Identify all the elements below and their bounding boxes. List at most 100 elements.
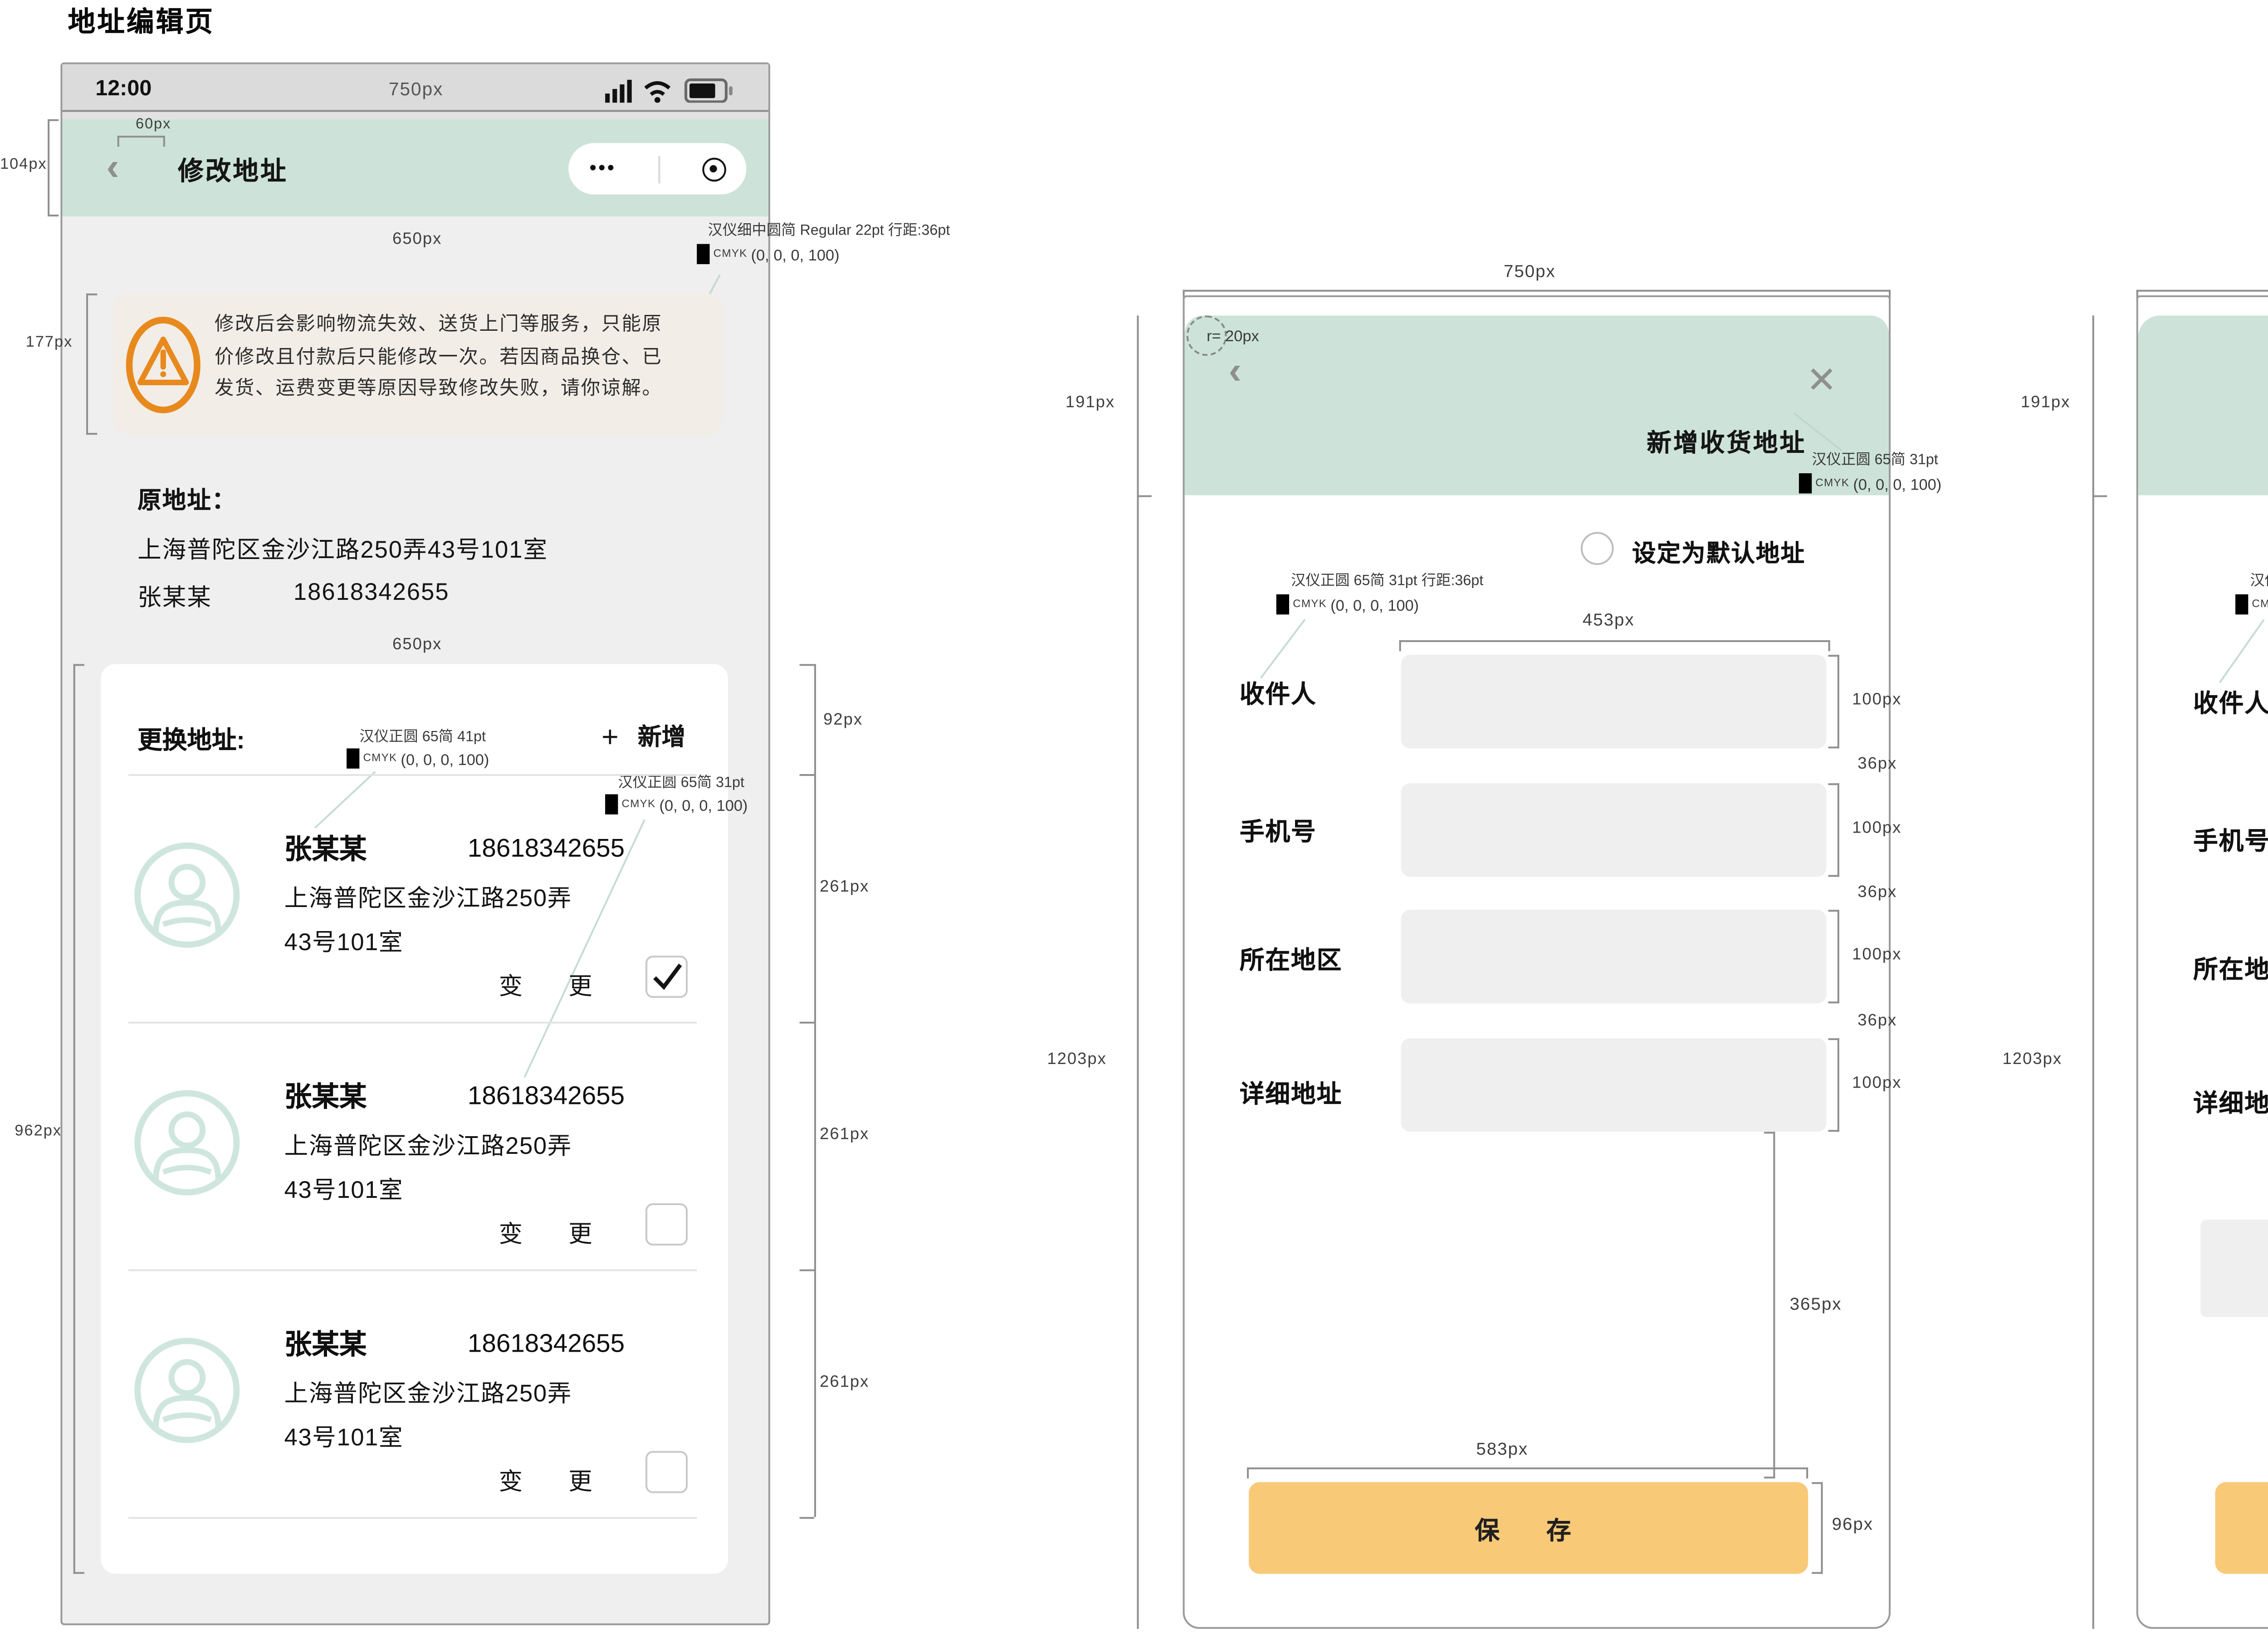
save-button[interactable]: 保 存 <box>1249 1482 1808 1574</box>
save-button[interactable]: 保 存 <box>2215 1482 2268 1574</box>
alert-icon <box>125 315 202 414</box>
measure-60-bracket <box>117 136 165 147</box>
measure-453: 453px <box>1583 611 1635 631</box>
font-annotation-41pt: 汉仪正圆 65简 41pt <box>359 726 486 746</box>
warning-text: 修改后会影响物流失效、送货上门等服务，只能原 价修改且付款后只能修改一次。若因商… <box>215 310 714 407</box>
item-name: 张某某 <box>284 829 367 868</box>
field-label: 收件人 <box>1240 673 1317 710</box>
input-phone[interactable] <box>1401 783 1827 877</box>
default-label: 设定为默认地址 <box>1632 534 1805 569</box>
battery-icon <box>686 80 733 102</box>
measure-96: 96px <box>1832 1515 1873 1535</box>
cmyk-annotation-fields: CMYK(0, 0, 0, 100) <box>2235 594 2268 614</box>
field-label: 收件人 <box>2193 682 2268 719</box>
item-address-line1: 上海普陀区金沙江路250弄 <box>284 878 572 913</box>
original-name: 张某某 <box>137 578 212 613</box>
measure-191: 191px <box>1066 392 1115 411</box>
input-recipient[interactable] <box>1401 655 1827 748</box>
item-phone: 18618342655 <box>468 1080 625 1110</box>
radius-annotation: r= 20px <box>1207 327 1259 345</box>
change-button[interactable]: 变 更 <box>499 1214 603 1249</box>
cmyk-annotation-warning: CMYK (0, 0, 0, 100) <box>697 244 839 264</box>
font-annotation-title: 汉仪正圆 65简 31pt <box>1812 449 1938 469</box>
divider <box>128 1270 697 1271</box>
measure-365-bracket <box>1764 1132 1775 1478</box>
checkbox-checked[interactable] <box>645 956 688 998</box>
measure-962: 962px <box>15 1121 62 1139</box>
measure-36: 36px <box>1857 1011 1897 1029</box>
item-phone: 18618342655 <box>468 1328 625 1358</box>
measure-92: 92px <box>823 710 863 728</box>
screen1-header-title: 修改地址 <box>178 152 288 189</box>
measure-100: 100px <box>1852 818 1901 836</box>
close-icon[interactable]: ✕ <box>1806 363 1837 400</box>
measure-rail <box>2092 315 2094 1629</box>
screen2-header <box>1185 315 1889 495</box>
measure-962-bracket <box>73 664 84 1574</box>
page-title: 地址编辑页 <box>68 2 215 40</box>
measure-100: 100px <box>1852 690 1901 708</box>
status-icons <box>605 77 748 103</box>
avatar-icon <box>132 1088 242 1198</box>
measure-rail <box>1137 315 1139 1629</box>
input-detail[interactable] <box>1401 1038 1827 1132</box>
field-label: 详细地址 <box>2193 1082 2268 1119</box>
field-label: 手机号 <box>2193 820 2268 857</box>
measure-177-bracket <box>86 294 97 435</box>
font-annotation-fields: 汉仪正圆 65简 31pt 行距:36pt <box>2250 570 2268 590</box>
add-address-button[interactable]: + 新增 <box>601 717 685 756</box>
measure-365: 365px <box>1790 1295 1842 1315</box>
original-phone: 18618342655 <box>293 578 450 605</box>
item-address-line1: 上海普陀区金沙江路250弄 <box>284 1126 572 1161</box>
measure-261: 261px <box>820 1124 869 1143</box>
measure-1203: 1203px <box>1047 1049 1107 1067</box>
measure-1203: 1203px <box>2003 1049 2063 1067</box>
screen3-header <box>2138 315 2268 495</box>
measure-100: 100px <box>1852 945 1901 963</box>
measure-177: 177px <box>26 332 73 350</box>
measure-rail <box>814 664 816 1517</box>
measure-583: 583px <box>1476 1440 1528 1460</box>
item-address-line2: 43号101室 <box>284 1418 404 1453</box>
measure-650-card: 650px <box>392 635 442 653</box>
change-button[interactable]: 变 更 <box>499 1462 603 1497</box>
change-button[interactable]: 变 更 <box>499 967 603 1002</box>
back-icon[interactable]: ‹ <box>106 148 119 187</box>
wifi-icon <box>645 83 670 94</box>
cmyk-annotation-31pt: CMYK(0, 0, 0, 100) <box>605 794 748 814</box>
status-time: 12:00 <box>95 75 152 101</box>
measure-750: 750px <box>1504 262 1556 282</box>
measure-261: 261px <box>820 877 869 895</box>
measure-104-bracket <box>48 119 59 216</box>
checkbox-empty[interactable] <box>645 1203 688 1246</box>
item-name: 张某某 <box>284 1077 367 1115</box>
measure-100: 100px <box>1852 1073 1901 1091</box>
capsule-divider <box>658 155 660 183</box>
original-address-label: 原地址： <box>137 481 236 515</box>
field-label: 所在地区 <box>2193 948 2268 985</box>
cmyk-annotation-title: CMYK(0, 0, 0, 100) <box>1799 473 1941 493</box>
measure-583-bracket <box>1247 1467 1808 1478</box>
default-radio[interactable] <box>1581 532 1614 565</box>
screen2-title: 新增收货地址 <box>1647 422 1806 459</box>
more-menu-icon[interactable]: ••• <box>589 158 616 180</box>
avatar-icon <box>132 840 242 951</box>
divider <box>128 774 697 776</box>
measure-36: 36px <box>1857 883 1897 901</box>
back-icon[interactable]: ‹ <box>1229 352 1242 391</box>
cmyk-annotation-fields: CMYK(0, 0, 0, 100) <box>1276 594 1419 614</box>
checkbox-empty[interactable] <box>645 1451 688 1493</box>
measure-453-bracket <box>1399 640 1830 651</box>
signal-icon <box>605 80 632 103</box>
avatar-icon <box>132 1335 242 1446</box>
delete-button[interactable]: 删 除 <box>2200 1220 2268 1317</box>
measure-96-bracket <box>1812 1482 1823 1574</box>
measure-104: 104px <box>0 154 47 172</box>
divider <box>128 1517 697 1519</box>
input-region[interactable] <box>1401 910 1827 1003</box>
field-label: 详细地址 <box>1240 1073 1342 1110</box>
item-address-line1: 上海普陀区金沙江路250弄 <box>284 1374 572 1409</box>
change-address-title: 更换地址: <box>137 719 244 756</box>
measure-191: 191px <box>2021 392 2070 411</box>
close-capsule-icon[interactable] <box>702 157 726 181</box>
